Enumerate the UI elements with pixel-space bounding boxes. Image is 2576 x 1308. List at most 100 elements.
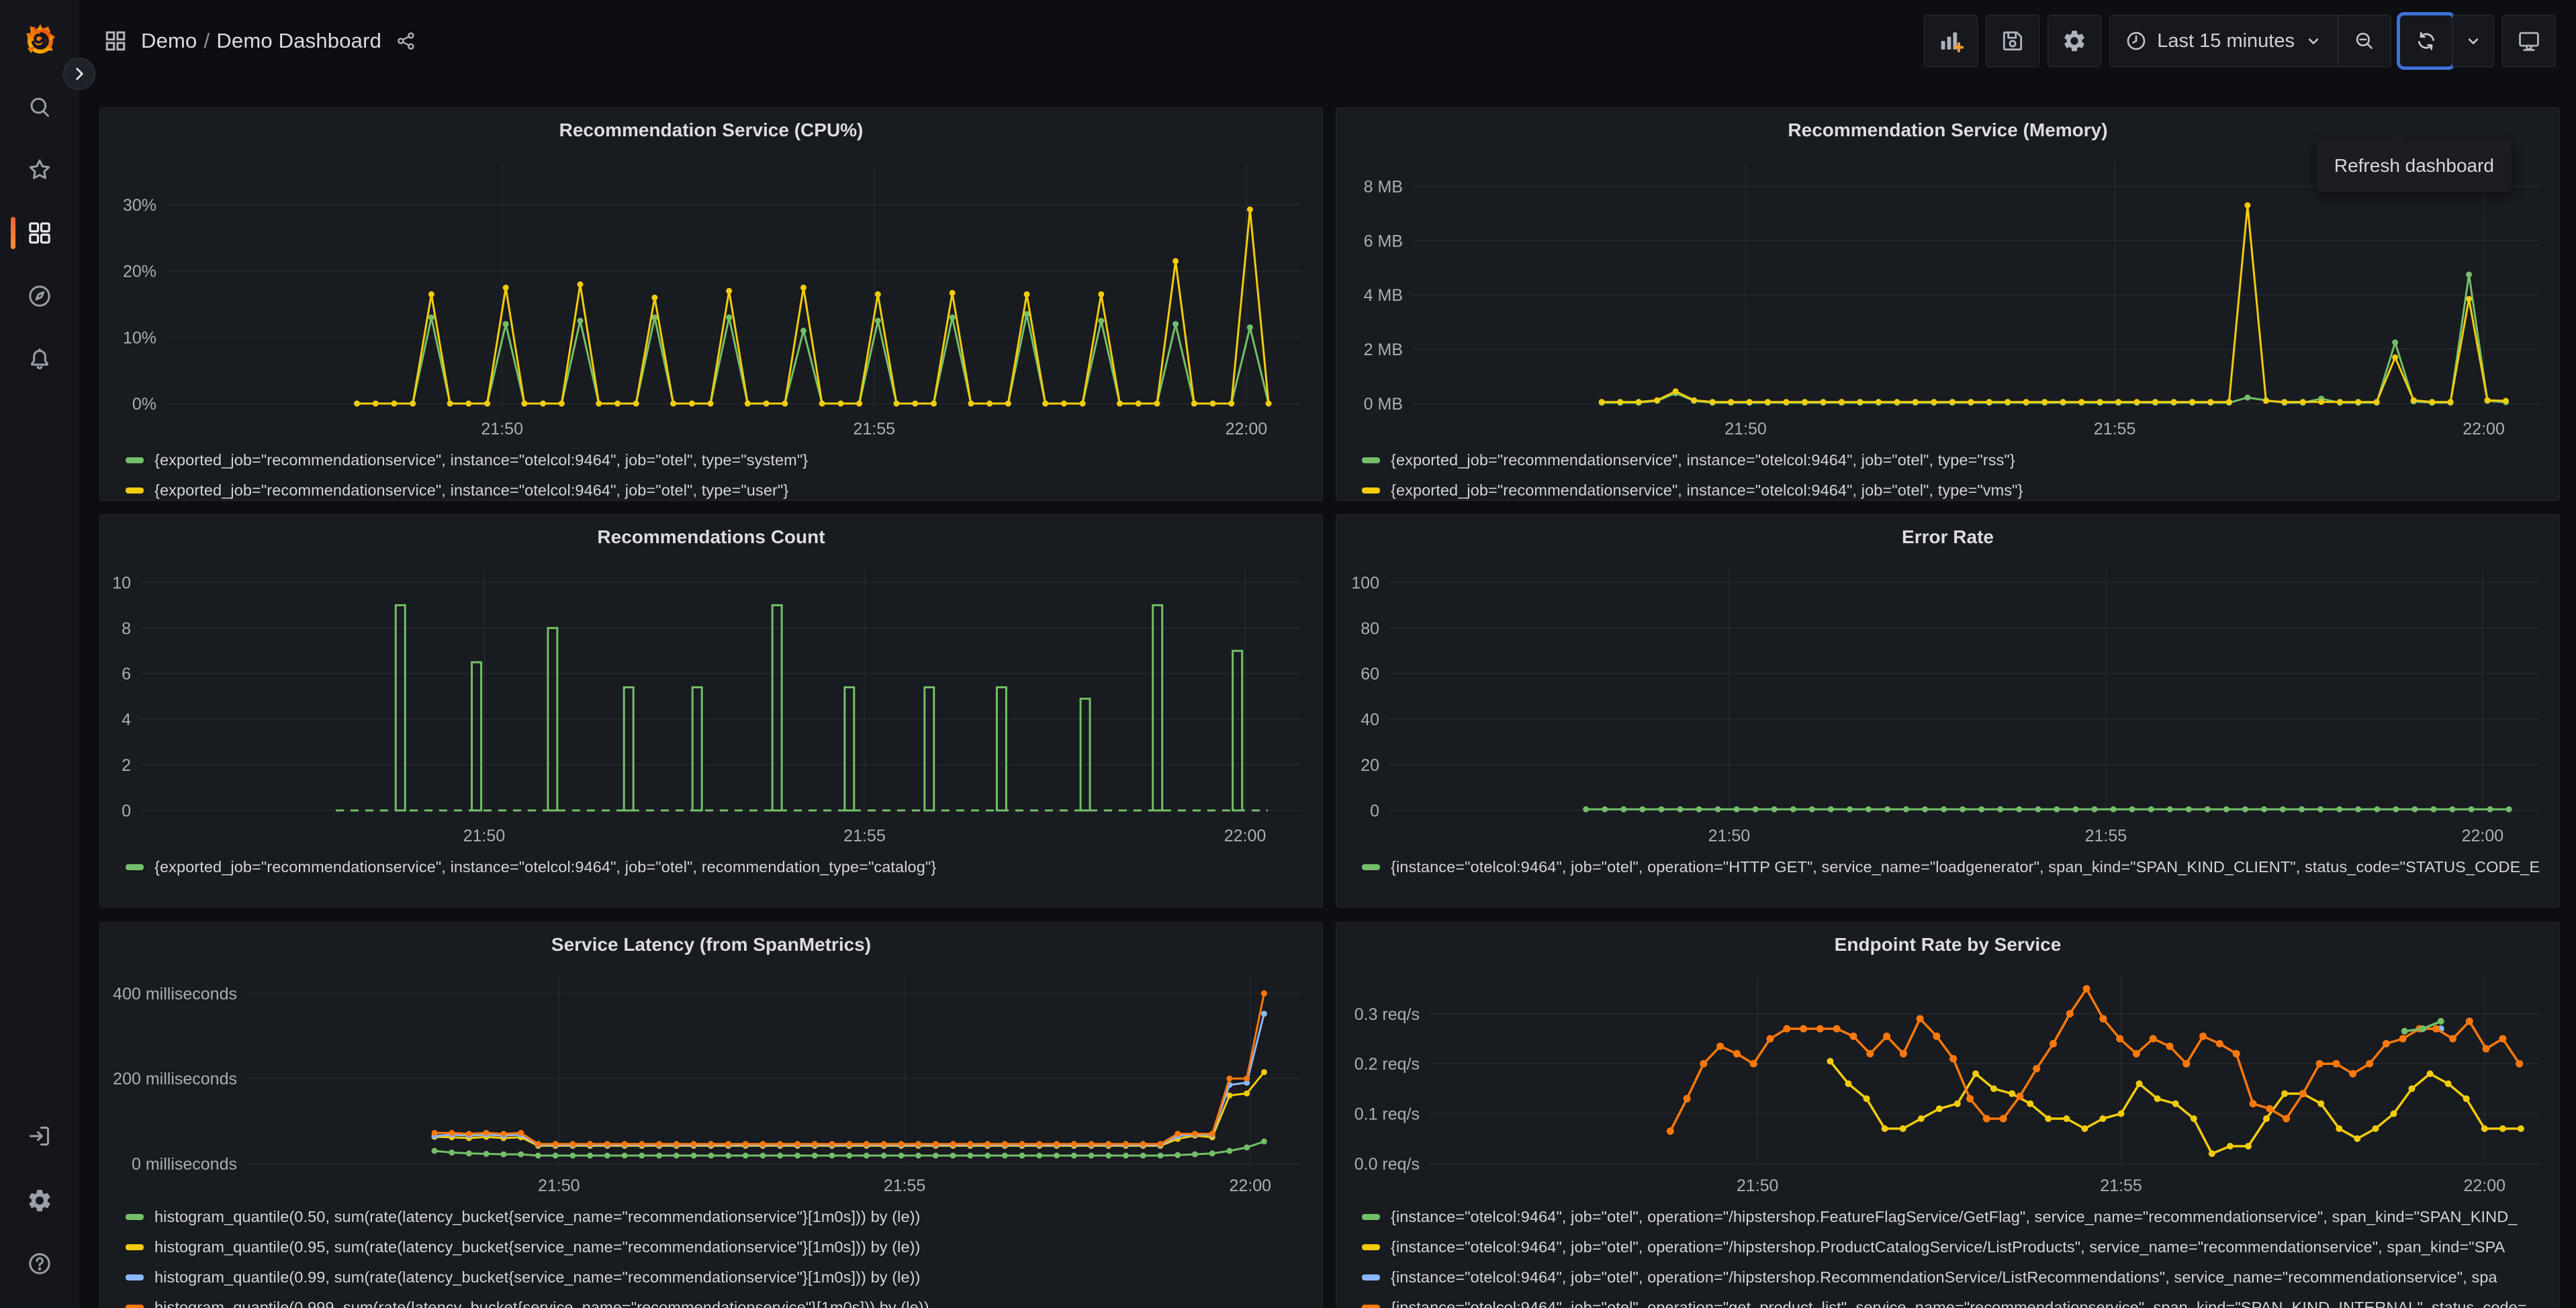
legend-swatch-icon bbox=[126, 1244, 144, 1250]
time-series-chart[interactable]: 0.0 req/s 0.1 req/s 0.2 req/s 0.3 req/s 21:5… bbox=[1336, 964, 2559, 1201]
legend-item[interactable]: {exported_job="recommendationservice", i… bbox=[1362, 475, 2559, 500]
panel-title[interactable]: Service Latency (from SpanMetrics) bbox=[100, 923, 1322, 964]
legend-swatch-icon bbox=[1362, 1274, 1380, 1280]
time-series-chart[interactable]: 0 20 40 60 80 100 21:50 21:55 22:00 bbox=[1336, 557, 2559, 851]
panel-legend: {instance="otelcol:9464", job="otel", op… bbox=[1336, 1202, 2559, 1308]
legend-label: {exported_job="recommendationservice", i… bbox=[154, 481, 789, 499]
svg-text:0 MB: 0 MB bbox=[1364, 395, 1403, 414]
legend-item[interactable]: {instance="otelcol:9464", job="otel", op… bbox=[1362, 852, 2559, 882]
svg-text:400 milliseconds: 400 milliseconds bbox=[113, 984, 237, 1003]
time-series-chart[interactable]: 0 MB 2 MB 4 MB 6 MB 8 MB 21:50 21:55 22:00 bbox=[1336, 150, 2559, 444]
save-icon bbox=[2003, 31, 2023, 51]
sidebar-item-help[interactable] bbox=[26, 1250, 53, 1277]
svg-text:21:55: 21:55 bbox=[2100, 1176, 2142, 1195]
legend-label: {exported_job="recommendationservice", i… bbox=[154, 451, 809, 469]
legend-label: {instance="otelcol:9464", job="otel", op… bbox=[1391, 1208, 2518, 1225]
legend-label: {exported_job="recommendationservice", i… bbox=[1391, 481, 2023, 499]
time-series-chart[interactable]: 0 2 4 6 8 10 21:50 21:55 22:00 bbox=[100, 557, 1322, 851]
svg-text:4: 4 bbox=[122, 710, 131, 729]
sidebar-item-configuration[interactable] bbox=[26, 1187, 53, 1214]
svg-text:4 MB: 4 MB bbox=[1364, 286, 1403, 305]
sidebar-item-dashboards[interactable] bbox=[26, 220, 53, 246]
svg-text:20%: 20% bbox=[123, 263, 156, 281]
legend-item[interactable]: {instance="otelcol:9464", job="otel", op… bbox=[1362, 1232, 2559, 1262]
legend-item[interactable]: histogram_quantile(0.95, sum(rate(latenc… bbox=[126, 1232, 1322, 1262]
breadcrumb[interactable]: Demo / Demo Dashboard bbox=[141, 29, 381, 53]
legend-item[interactable]: {exported_job="recommendationservice", i… bbox=[126, 475, 1322, 500]
svg-text:40: 40 bbox=[1361, 710, 1379, 729]
save-dashboard-button[interactable] bbox=[1986, 15, 2040, 67]
share-dashboard-icon[interactable] bbox=[396, 31, 416, 51]
svg-text:22:00: 22:00 bbox=[1224, 827, 1267, 845]
legend-item[interactable]: {exported_job="recommendationservice", i… bbox=[126, 852, 1322, 882]
svg-text:8: 8 bbox=[122, 619, 131, 638]
refresh-dashboard-button[interactable] bbox=[2397, 12, 2456, 70]
time-range-label: Last 15 minutes bbox=[2157, 30, 2295, 52]
apps-grid-icon bbox=[103, 29, 128, 53]
svg-text:21:50: 21:50 bbox=[481, 420, 523, 438]
zoom-out-time-button[interactable] bbox=[2338, 15, 2391, 66]
legend-item[interactable]: {instance="otelcol:9464", job="otel", op… bbox=[1362, 1202, 2559, 1232]
search-icon bbox=[30, 97, 49, 117]
time-range-picker[interactable]: Last 15 minutes bbox=[2110, 15, 2338, 66]
svg-text:21:55: 21:55 bbox=[884, 1176, 926, 1195]
add-panel-button[interactable] bbox=[1924, 15, 1978, 67]
time-series-chart[interactable]: 0% 10% 20% 30% 21:50 21:55 22:00 bbox=[100, 150, 1322, 444]
tooltip-text: Refresh dashboard bbox=[2334, 155, 2494, 176]
svg-text:21:50: 21:50 bbox=[1708, 827, 1751, 845]
panel-error-rate: Error Rate 0 20 40 60 80 100 21:50 21:55 22:00 {… bbox=[1336, 514, 2560, 908]
svg-text:0.3 req/s: 0.3 req/s bbox=[1354, 1005, 1420, 1024]
panel-title[interactable]: Recommendation Service (CPU%) bbox=[100, 108, 1322, 150]
refresh-interval-dropdown[interactable] bbox=[2453, 15, 2493, 66]
legend-swatch-icon bbox=[1362, 1305, 1380, 1308]
legend-item[interactable]: {exported_job="recommendationservice", i… bbox=[126, 445, 1322, 475]
panel-legend: {exported_job="recommendationservice", i… bbox=[1336, 445, 2559, 500]
svg-text:21:50: 21:50 bbox=[538, 1176, 580, 1195]
svg-text:21:55: 21:55 bbox=[843, 827, 886, 845]
legend-item[interactable]: {exported_job="recommendationservice", i… bbox=[1362, 445, 2559, 475]
add-panel-icon bbox=[1941, 32, 1964, 53]
svg-text:10%: 10% bbox=[123, 328, 156, 347]
grafana-logo[interactable] bbox=[20, 20, 59, 59]
sidebar-item-starred[interactable] bbox=[26, 156, 53, 183]
time-series-chart[interactable]: 0 milliseconds 200 milliseconds 400 millis… bbox=[100, 964, 1322, 1201]
sidebar-item-alerting[interactable] bbox=[26, 346, 53, 373]
zoom-out-icon bbox=[2356, 32, 2373, 49]
legend-swatch-icon bbox=[126, 864, 144, 870]
legend-item[interactable]: histogram_quantile(0.50, sum(rate(latenc… bbox=[126, 1202, 1322, 1232]
svg-text:0.2 req/s: 0.2 req/s bbox=[1354, 1055, 1420, 1074]
sidebar-expand-button[interactable] bbox=[63, 58, 95, 90]
svg-text:30%: 30% bbox=[123, 196, 156, 215]
legend-item[interactable]: {instance="otelcol:9464", job="otel", op… bbox=[1362, 1293, 2559, 1308]
legend-label: {instance="otelcol:9464", job="otel", op… bbox=[1391, 1299, 2527, 1308]
sidebar-item-explore[interactable] bbox=[26, 283, 53, 310]
panel-title[interactable]: Recommendations Count bbox=[100, 515, 1322, 557]
top-navigation: Demo / Demo Dashboard Last 15 minutes bbox=[79, 0, 2576, 82]
dashboard-settings-button[interactable] bbox=[2048, 15, 2102, 67]
breadcrumb-section[interactable]: Demo bbox=[141, 29, 197, 52]
svg-text:100: 100 bbox=[1351, 573, 1379, 592]
svg-text:0: 0 bbox=[122, 802, 131, 821]
gear-icon bbox=[29, 1190, 50, 1211]
svg-text:80: 80 bbox=[1361, 619, 1379, 638]
cycle-view-mode-button[interactable] bbox=[2502, 15, 2556, 67]
legend-item[interactable]: histogram_quantile(0.999, sum(rate(laten… bbox=[126, 1293, 1322, 1308]
legend-swatch-icon bbox=[126, 487, 144, 494]
sidebar-item-search[interactable] bbox=[26, 94, 53, 121]
gear-icon bbox=[2064, 30, 2085, 52]
svg-text:2: 2 bbox=[122, 756, 131, 775]
legend-item[interactable]: {instance="otelcol:9464", job="otel", op… bbox=[1362, 1262, 2559, 1293]
legend-label: {exported_job="recommendationservice", i… bbox=[154, 858, 937, 876]
svg-text:6 MB: 6 MB bbox=[1364, 232, 1403, 250]
panel-title[interactable]: Error Rate bbox=[1336, 515, 2559, 557]
legend-swatch-icon bbox=[1362, 457, 1380, 463]
panel-title[interactable]: Endpoint Rate by Service bbox=[1336, 923, 2559, 964]
svg-text:22:00: 22:00 bbox=[1230, 1176, 1272, 1195]
refresh-controls bbox=[2397, 12, 2494, 70]
sidebar-item-sign-in[interactable] bbox=[26, 1123, 53, 1150]
legend-item[interactable]: histogram_quantile(0.99, sum(rate(latenc… bbox=[126, 1262, 1322, 1293]
help-icon bbox=[29, 1253, 50, 1274]
legend-label: {exported_job="recommendationservice", i… bbox=[1391, 451, 2015, 469]
breadcrumb-page[interactable]: Demo Dashboard bbox=[216, 29, 381, 52]
svg-text:22:00: 22:00 bbox=[2463, 420, 2505, 438]
